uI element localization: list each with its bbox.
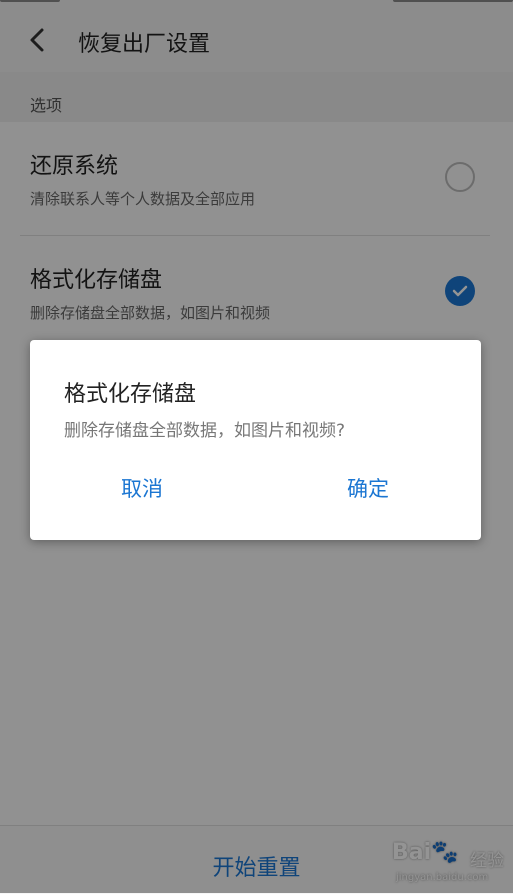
confirm-dialog: 格式化存储盘 删除存储盘全部数据，如图片和视频? 取消 确定 [30,340,481,540]
confirm-button[interactable]: 确定 [293,466,443,510]
dialog-message: 删除存储盘全部数据，如图片和视频? [64,421,346,441]
dialog-title: 格式化存储盘 [64,382,197,407]
cancel-button[interactable]: 取消 [67,466,217,510]
